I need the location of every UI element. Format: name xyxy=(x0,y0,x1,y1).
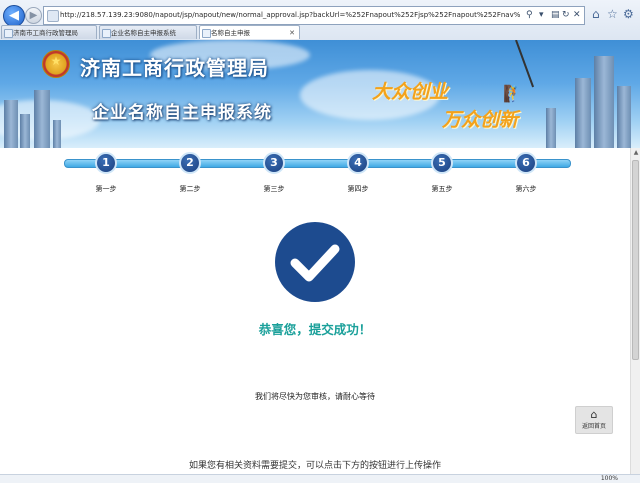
success-check-icon xyxy=(275,222,355,302)
tab-label: 名称自主申报 xyxy=(211,29,250,37)
search-icon[interactable]: ⚲ xyxy=(526,8,533,22)
tab-label: 企业名称自主申报系统 xyxy=(111,29,176,37)
climber-figure-icon: 🧗 xyxy=(503,84,523,103)
building-decoration xyxy=(34,90,50,148)
refresh-icon[interactable]: ↻ xyxy=(562,8,570,22)
close-icon[interactable]: ✕ xyxy=(289,26,295,39)
dropdown-icon[interactable]: ▾ xyxy=(539,8,544,22)
tab-favicon-icon xyxy=(202,29,211,38)
browser-chrome: ◀ ▶ http://218.57.139.23:9080/napout/jsp… xyxy=(0,0,640,41)
home-icon[interactable]: ⌂ xyxy=(592,7,600,22)
star-icon: ★ xyxy=(50,54,62,68)
step-2-label: 第二步 xyxy=(179,185,201,193)
step-3-label: 第三步 xyxy=(263,185,285,193)
slogan-line-1: 大众创业 xyxy=(372,81,449,103)
step-3-circle: 3 xyxy=(263,152,285,174)
house-icon: ⌂ xyxy=(590,408,598,421)
forward-arrow-icon[interactable]: ▶ xyxy=(25,7,42,24)
rope-decoration xyxy=(515,40,535,88)
wait-message: 我们将尽快为您审核，请耐心等待 xyxy=(255,392,375,401)
step-4-label: 第四步 xyxy=(347,185,369,193)
building-decoration xyxy=(575,78,591,148)
national-emblem-icon: ★ xyxy=(42,50,70,78)
tab-jinan-aic[interactable]: 济南市工商行政管理局 xyxy=(1,25,97,39)
header-banner: ★ 济南工商行政管理局 企业名称自主申报系统 大众创业 万众创新 🧗 xyxy=(0,40,640,148)
building-decoration xyxy=(20,114,30,148)
return-home-button[interactable]: ⌂ 返回首页 xyxy=(575,406,613,434)
url-text[interactable]: http://218.57.139.23:9080/napout/jsp/nap… xyxy=(60,9,520,21)
stop-icon[interactable]: ✕ xyxy=(573,8,581,22)
page-favicon-icon xyxy=(47,10,59,22)
tab-strip: 济南市工商行政管理局 企业名称自主申报系统 名称自主申报 ✕ xyxy=(0,25,640,40)
system-subtitle: 企业名称自主申报系统 xyxy=(92,103,272,123)
success-message: 恭喜您，提交成功！ xyxy=(258,322,372,337)
gear-icon[interactable]: ⚙ xyxy=(623,7,634,22)
step-5-label: 第五步 xyxy=(431,185,453,193)
building-decoration xyxy=(546,108,556,148)
building-decoration xyxy=(617,86,631,148)
step-1-label: 第一步 xyxy=(95,185,117,193)
step-6-label: 第六步 xyxy=(515,185,537,193)
scroll-up-arrow-icon[interactable]: ▲ xyxy=(631,148,640,158)
step-5-circle: 5 xyxy=(431,152,453,174)
return-home-label: 返回首页 xyxy=(581,423,606,430)
tab-name-declare[interactable]: 名称自主申报 ✕ xyxy=(199,25,300,39)
compatibility-icon[interactable]: ▤ xyxy=(551,8,560,22)
scrollbar-thumb[interactable] xyxy=(632,160,639,360)
building-decoration xyxy=(4,100,18,148)
step-4-circle: 4 xyxy=(347,152,369,174)
back-arrow-icon[interactable]: ◀ xyxy=(3,5,25,27)
building-decoration xyxy=(594,56,614,148)
favorites-star-icon[interactable]: ☆ xyxy=(607,7,618,22)
slogan-line-2: 万众创新 xyxy=(442,109,519,131)
tab-favicon-icon xyxy=(102,29,111,38)
address-bar[interactable]: http://218.57.139.23:9080/napout/jsp/nap… xyxy=(43,6,585,25)
step-2-circle: 2 xyxy=(179,152,201,174)
building-decoration xyxy=(53,120,61,148)
page-title: 济南工商行政管理局 xyxy=(80,56,269,80)
upload-hint-message: 如果您有相关资料需要提交，可以点击下方的按钮进行上传操作 xyxy=(188,461,441,471)
tab-name-system[interactable]: 企业名称自主申报系统 xyxy=(99,25,197,39)
checkmark-icon xyxy=(290,244,340,282)
step-6-circle: 6 xyxy=(515,152,537,174)
tab-favicon-icon xyxy=(4,29,13,38)
vertical-scrollbar[interactable]: ▲ xyxy=(630,148,640,474)
tab-label: 济南市工商行政管理局 xyxy=(13,29,78,37)
step-1-circle: 1 xyxy=(95,152,117,174)
progress-steps-bar xyxy=(64,159,571,168)
